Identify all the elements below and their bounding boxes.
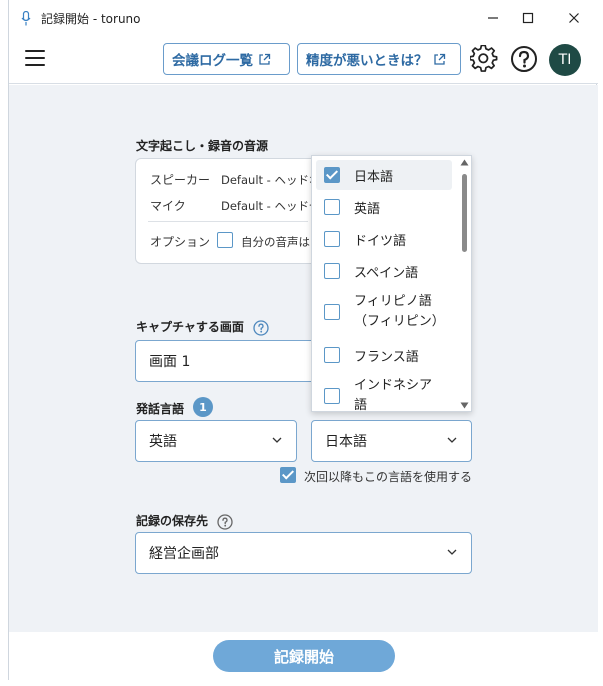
settings-button[interactable] <box>469 44 499 74</box>
option-label-line2: （フィリピン） <box>354 314 445 329</box>
option-checkbox[interactable] <box>324 263 340 279</box>
language-count-badge: 1 <box>193 397 213 417</box>
language-option[interactable]: インドネシア 語 <box>316 374 452 412</box>
start-recording-button[interactable]: 記録開始 <box>213 640 395 672</box>
gear-icon <box>470 45 498 72</box>
question-icon <box>511 46 537 72</box>
scroll-up-icon[interactable] <box>460 159 469 166</box>
option-checkbox[interactable] <box>324 167 340 183</box>
language-option[interactable]: スペイン語 <box>316 256 452 286</box>
chevron-down-icon <box>447 437 457 443</box>
option-label-wrap: フィリピノ語 （フィリピン） <box>354 292 445 332</box>
maximize-icon <box>522 12 534 24</box>
language-option[interactable]: 日本語 <box>316 160 452 190</box>
menu-icon[interactable] <box>25 50 45 68</box>
chevron-down-icon <box>447 549 457 555</box>
microphone-icon <box>21 11 31 26</box>
minimize-button[interactable] <box>480 6 506 30</box>
footer: 記録開始 <box>9 632 598 680</box>
dropdown-scrollbar[interactable] <box>457 156 471 411</box>
save-location-text: 記録の保存先 <box>136 514 209 528</box>
option-label: 日本語 <box>354 169 394 185</box>
secondary-language-select[interactable]: 日本語 <box>311 420 472 462</box>
option-checkbox[interactable] <box>324 304 340 320</box>
speech-language-label: 発話言語 <box>136 402 185 416</box>
option-checkbox[interactable] <box>324 347 340 363</box>
mic-value[interactable]: Default - ヘッドセ <box>221 198 321 214</box>
window-title: 記録開始 - toruno <box>41 12 141 26</box>
primary-language-value: 英語 <box>149 434 177 450</box>
language-option[interactable]: 英語 <box>316 192 452 222</box>
own-voice-checkbox[interactable] <box>217 232 233 248</box>
option-label: ドイツ語 <box>354 233 407 249</box>
mic-label: マイク <box>150 199 186 213</box>
capture-screen-label: キャプチャする画面 <box>136 318 269 336</box>
meeting-log-button[interactable]: 会議ログ一覧 <box>163 43 290 75</box>
chevron-down-icon <box>272 437 282 443</box>
meeting-log-label: 会議ログ一覧 <box>172 53 253 69</box>
option-checkbox[interactable] <box>324 388 340 404</box>
option-label: 英語 <box>354 201 381 217</box>
app-window: 記録開始 - toruno 会議ログ一覧 精度が悪いときは？ TI 文字起こし・… <box>8 0 598 680</box>
save-location-select[interactable]: 経営企画部 <box>135 532 472 574</box>
speaker-label: スピーカー <box>150 173 211 187</box>
option-label: インドネシア <box>354 378 433 393</box>
help-circle-icon[interactable] <box>253 319 269 336</box>
option-label: フィリピノ語 <box>354 294 432 309</box>
speaker-value[interactable]: Default - ヘッドホ <box>221 172 321 188</box>
option-label: フランス語 <box>354 349 419 365</box>
scrollbar-thumb[interactable] <box>462 174 467 252</box>
save-location-value: 経営企画部 <box>149 546 219 562</box>
language-option[interactable]: フランス語 <box>316 340 452 370</box>
option-label: オプション <box>150 235 211 249</box>
option-label-line2: 語 <box>354 398 368 412</box>
avatar-initials: TI <box>558 52 572 68</box>
option-label: スペイン語 <box>354 265 419 281</box>
external-link-icon <box>433 53 445 65</box>
own-voice-text: 自分の音声は <box>241 235 310 249</box>
help-button[interactable] <box>509 44 539 74</box>
capture-screen-text: キャプチャする画面 <box>136 320 244 334</box>
scroll-down-icon[interactable] <box>460 402 469 409</box>
capture-screen-value: 画面 1 <box>149 354 191 370</box>
close-button[interactable] <box>561 6 587 30</box>
external-link-icon <box>259 53 271 65</box>
main-content: 文字起こし・録音の音源 スピーカー Default - ヘッドホ マイク Def… <box>9 85 598 632</box>
option-label-wrap: インドネシア 語 <box>354 376 433 412</box>
accuracy-help-label: 精度が悪いときは？ <box>306 53 428 69</box>
minimize-icon <box>488 17 498 19</box>
option-checkbox[interactable] <box>324 199 340 215</box>
user-avatar[interactable]: TI <box>549 44 581 76</box>
option-checkbox[interactable] <box>324 231 340 247</box>
start-recording-label: 記録開始 <box>273 647 334 666</box>
remember-language-label: 次回以降もこの言語を使用する <box>304 470 473 484</box>
accuracy-help-button[interactable]: 精度が悪いときは？ <box>297 43 461 75</box>
title-bar: 記録開始 - toruno <box>9 0 598 36</box>
card-divider <box>148 221 308 222</box>
close-icon <box>569 13 579 23</box>
audio-source-label: 文字起こし・録音の音源 <box>136 139 269 153</box>
primary-language-select[interactable]: 英語 <box>135 420 297 462</box>
language-dropdown: 日本語 英語 ドイツ語 スペイン語 フィリピノ語 （フィリピン） フランス語 イ… <box>311 155 472 412</box>
language-count: 1 <box>199 400 207 414</box>
maximize-button[interactable] <box>515 6 541 30</box>
secondary-language-value: 日本語 <box>325 434 367 450</box>
toolbar: 会議ログ一覧 精度が悪いときは？ TI <box>9 36 598 84</box>
remember-language-checkbox[interactable] <box>280 467 296 483</box>
language-option[interactable]: ドイツ語 <box>316 224 452 254</box>
help-circle-icon[interactable] <box>217 513 233 530</box>
save-location-label: 記録の保存先 <box>136 512 233 530</box>
language-option[interactable]: フィリピノ語 （フィリピン） <box>316 290 452 334</box>
